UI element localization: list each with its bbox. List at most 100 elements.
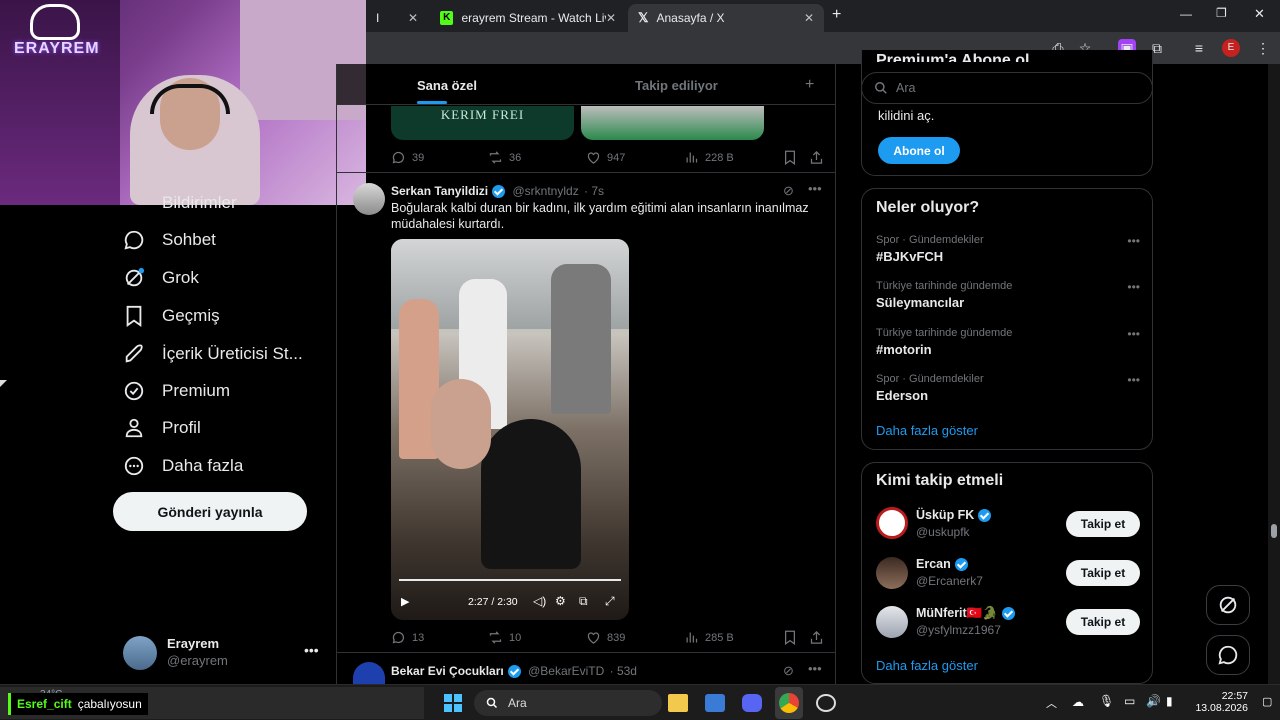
browser-tab[interactable]: I ✕ — [366, 4, 428, 32]
bookmark-icon[interactable] — [783, 150, 797, 170]
subscribe-button[interactable]: Abone ol — [878, 137, 960, 164]
add-tab-icon[interactable]: + — [805, 76, 814, 94]
messages-float-button[interactable] — [1206, 635, 1250, 675]
play-icon[interactable]: ▶ — [401, 595, 409, 608]
app-icon[interactable] — [816, 694, 836, 712]
scrollbar[interactable] — [1268, 64, 1280, 684]
post-button[interactable]: Gönderi yayınla — [113, 492, 307, 531]
tab-for-you[interactable]: Sana özel — [417, 78, 477, 93]
avatar[interactable] — [876, 606, 908, 638]
close-icon[interactable]: ✕ — [408, 11, 418, 25]
trend-item[interactable]: Türkiye tarihinde gündemde #motorin ••• — [876, 327, 1140, 357]
views-action[interactable]: 228 B — [684, 150, 734, 165]
views-action[interactable]: 285 B — [684, 630, 734, 645]
scrollbar-thumb[interactable] — [1271, 524, 1277, 538]
post-menu-icon[interactable]: ••• — [808, 181, 822, 196]
trend-menu-icon[interactable]: ••• — [1127, 234, 1140, 248]
avatar[interactable] — [353, 183, 385, 215]
repost-action[interactable]: 36 — [488, 150, 521, 165]
grok-float-button[interactable] — [1206, 585, 1250, 625]
close-icon[interactable]: ✕ — [606, 11, 616, 25]
chevron-up-icon[interactable]: ︿ — [1046, 695, 1057, 711]
trend-item[interactable]: Spor · Gündemdekiler #BJKvFCH ••• — [876, 234, 1140, 264]
clock[interactable]: 22:57 13.08.2026 — [1194, 690, 1248, 714]
avatar[interactable] — [876, 557, 908, 589]
settings-icon[interactable]: ⚙ — [555, 594, 566, 608]
media-control-icon[interactable]: ≡ — [1190, 39, 1208, 57]
follow-name[interactable]: Üsküp FK — [916, 508, 974, 522]
browser-tab-active[interactable]: 𝕏 Anasayfa / X ✕ — [628, 4, 824, 32]
taskbar-search[interactable]: Ara — [474, 690, 662, 716]
trend-menu-icon[interactable]: ••• — [1127, 327, 1140, 341]
follow-name[interactable]: MüNferit🇹🇷🐊 — [916, 606, 998, 620]
chrome-menu-icon[interactable]: ⋮ — [1254, 39, 1272, 57]
window-close-icon[interactable]: ✕ — [1254, 6, 1265, 22]
reply-action[interactable]: 39 — [391, 150, 424, 165]
follow-name[interactable]: Ercan — [916, 557, 951, 571]
avatar[interactable] — [353, 662, 385, 684]
nav-history[interactable]: Geçmiş — [122, 298, 220, 334]
avatar[interactable] — [876, 507, 908, 539]
close-icon[interactable]: ✕ — [804, 11, 814, 25]
windows-start-icon[interactable] — [444, 694, 462, 712]
post-image[interactable]: KERIM FREI — [391, 106, 574, 140]
show-more-follow[interactable]: Daha fazla göster — [876, 658, 978, 673]
post-menu-icon[interactable]: ••• — [808, 661, 822, 676]
nav-profile[interactable]: Profil — [122, 410, 201, 446]
follow-button[interactable]: Takip et — [1066, 609, 1140, 635]
tab-following[interactable]: Takip ediliyor — [635, 78, 718, 93]
notifications-icon[interactable]: ▢ — [1262, 695, 1272, 708]
author-name[interactable]: Serkan Tanyildizi — [391, 184, 488, 198]
author-name[interactable]: Bekar Evi Çocukları — [391, 664, 504, 678]
network-icon[interactable]: ▭ — [1124, 694, 1135, 708]
grok-explain-icon[interactable]: ⊘ — [783, 663, 794, 679]
store-icon[interactable] — [705, 694, 725, 712]
follow-button[interactable]: Takip et — [1066, 511, 1140, 537]
show-more-trends[interactable]: Daha fazla göster — [876, 423, 978, 438]
share-icon[interactable] — [809, 630, 824, 650]
video-progress-bar[interactable] — [399, 579, 621, 581]
account-menu-icon[interactable]: ••• — [304, 642, 319, 658]
nav-more[interactable]: Daha fazla — [122, 448, 243, 484]
minimize-icon[interactable]: — — [1180, 7, 1192, 21]
nav-grok[interactable]: Grok — [122, 260, 199, 296]
discord-icon[interactable] — [742, 694, 762, 712]
post-time[interactable]: · 53d — [610, 664, 637, 678]
battery-icon[interactable]: ▮ — [1166, 694, 1173, 708]
repost-action[interactable]: 10 — [488, 630, 521, 645]
taskbar-active-app[interactable] — [775, 687, 803, 719]
pip-icon[interactable]: ⧉ — [579, 594, 588, 609]
fullscreen-icon[interactable]: ⤢ — [605, 594, 615, 609]
new-tab-icon[interactable]: + — [832, 6, 841, 24]
nav-creator-studio[interactable]: İçerik Üreticisi St... — [122, 336, 303, 372]
trend-item[interactable]: Türkiye tarihinde gündemde Süleymancılar… — [876, 280, 1140, 310]
author-handle[interactable]: @BekarEviTD — [528, 664, 604, 678]
file-explorer-icon[interactable] — [668, 694, 688, 712]
post-video[interactable]: ▶ 2:27 / 2:30 ◁) ⚙ ⧉ ⤢ — [391, 239, 629, 620]
nav-notifications[interactable]: Bildirimler — [122, 196, 237, 210]
bookmark-icon[interactable] — [783, 630, 797, 650]
author-handle[interactable]: @srkntnyldz — [513, 184, 579, 198]
profile-avatar-icon[interactable]: E — [1222, 39, 1240, 57]
browser-tab[interactable]: K erayrem Stream - Watch Live o ✕ — [430, 4, 626, 32]
post-image[interactable] — [581, 106, 764, 140]
like-action[interactable]: 947 — [586, 150, 625, 165]
trend-menu-icon[interactable]: ••• — [1127, 280, 1140, 294]
search-input[interactable]: Ara — [861, 72, 1153, 104]
follow-handle[interactable]: @Ercanerk7 — [916, 574, 983, 588]
volume-icon[interactable]: ◁) — [533, 594, 546, 608]
trend-item[interactable]: Spor · Gündemdekiler Ederson ••• — [876, 373, 1140, 403]
like-action[interactable]: 839 — [586, 630, 625, 645]
trend-menu-icon[interactable]: ••• — [1127, 373, 1140, 387]
maximize-icon[interactable]: ❐ — [1216, 6, 1227, 20]
avatar[interactable] — [123, 636, 157, 670]
follow-handle[interactable]: @ysfylmzz1967 — [916, 623, 1001, 637]
volume-icon[interactable]: 🔊 — [1146, 694, 1161, 708]
nav-chat[interactable]: Sohbet — [122, 222, 216, 258]
follow-button[interactable]: Takip et — [1066, 560, 1140, 586]
nav-premium[interactable]: Premium — [122, 373, 230, 409]
grok-explain-icon[interactable]: ⊘ — [783, 183, 794, 199]
post-time[interactable]: · 7s — [584, 184, 604, 198]
follow-handle[interactable]: @uskupfk — [916, 525, 970, 539]
share-icon[interactable] — [809, 150, 824, 170]
